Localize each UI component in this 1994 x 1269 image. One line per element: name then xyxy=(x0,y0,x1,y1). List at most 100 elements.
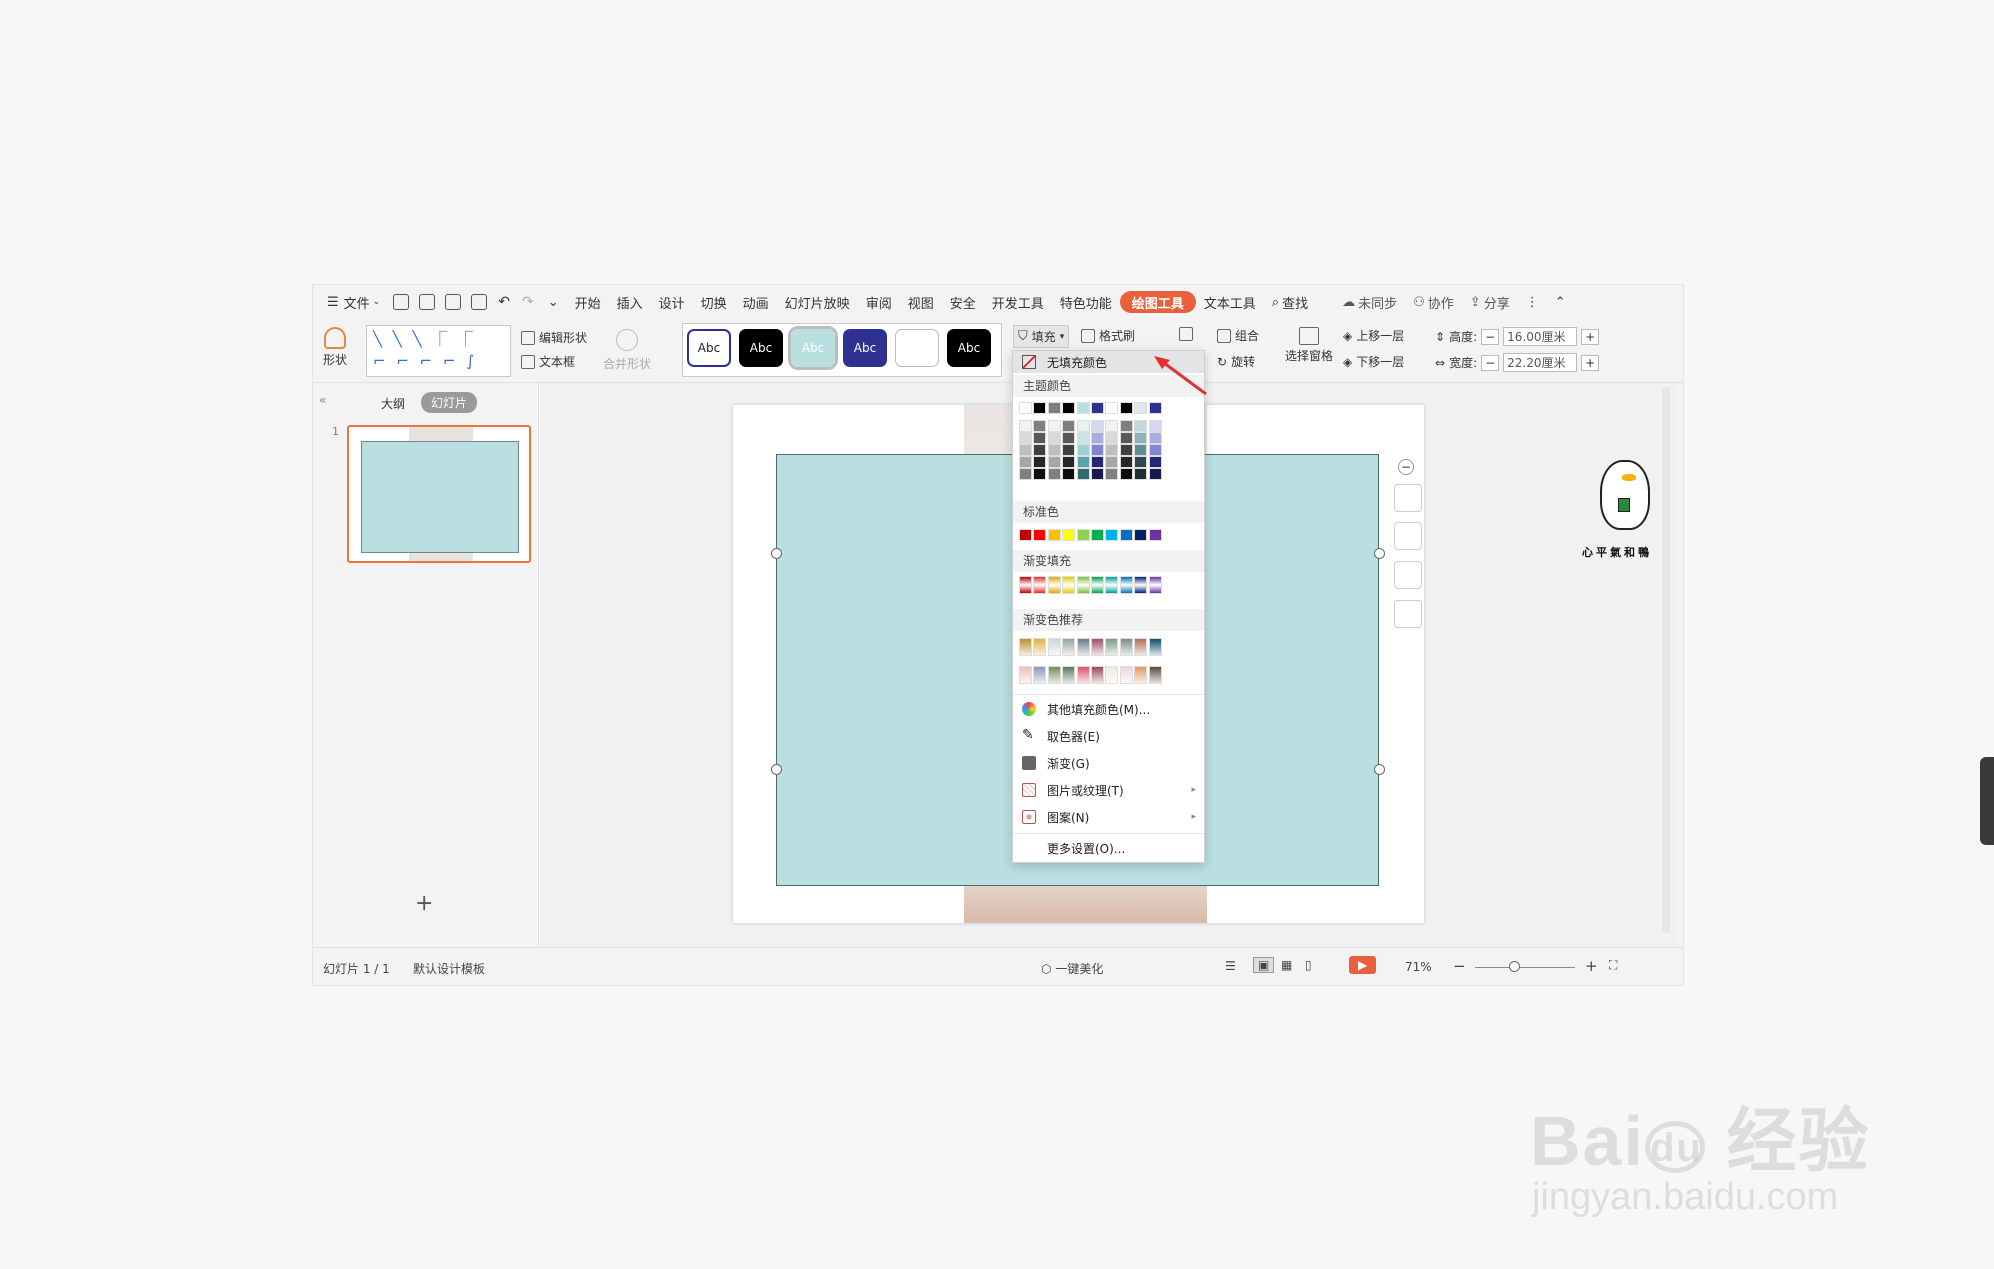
tab-text-tools[interactable]: 文本工具 xyxy=(1196,291,1264,313)
style-preview-3[interactable]: Abc xyxy=(788,326,838,370)
rotate-button[interactable]: ↻ 旋转 xyxy=(1217,353,1255,370)
theme-shade-swatch[interactable] xyxy=(1076,468,1090,480)
gradient-swatch[interactable] xyxy=(1033,576,1047,594)
theme-shade-swatch[interactable] xyxy=(1105,420,1119,432)
search-button[interactable]: ⌕ 查找 xyxy=(1264,291,1316,313)
gradient-recommend-swatch[interactable] xyxy=(1047,666,1061,684)
theme-shade-swatch[interactable] xyxy=(1047,432,1061,444)
gradient-swatch[interactable] xyxy=(1091,576,1104,594)
gradient-recommend-swatch[interactable] xyxy=(1062,666,1076,684)
zoom-slider[interactable] xyxy=(1475,967,1575,968)
width-input[interactable]: 22.20厘米 xyxy=(1503,353,1578,372)
theme-shade-swatch[interactable] xyxy=(1105,468,1119,480)
theme-color-swatch[interactable] xyxy=(1033,402,1047,414)
theme-color-swatch[interactable] xyxy=(1062,402,1076,414)
theme-shade-swatch[interactable] xyxy=(1047,420,1061,432)
theme-shade-swatch[interactable] xyxy=(1076,432,1090,444)
zoom-minus-icon[interactable]: − xyxy=(1398,459,1414,475)
beautify-button[interactable]: ⬡ 一键美化 xyxy=(1041,960,1103,977)
fill-icon[interactable] xyxy=(1394,561,1422,589)
theme-color-swatch[interactable] xyxy=(1076,402,1090,414)
theme-shade-swatch[interactable] xyxy=(1062,468,1076,480)
zoom-slider-thumb[interactable] xyxy=(1509,961,1520,972)
gradient-recommend-swatch[interactable] xyxy=(1047,638,1061,656)
gradient-recommend-swatch[interactable] xyxy=(1076,638,1090,656)
gradient-swatch[interactable] xyxy=(1134,576,1148,594)
theme-shade-swatch[interactable] xyxy=(1148,468,1162,480)
theme-shade-swatch[interactable] xyxy=(1033,432,1047,444)
pattern-item[interactable]: 图案(N) ▸ xyxy=(1013,804,1204,830)
theme-shade-swatch[interactable] xyxy=(1134,432,1148,444)
gradient-swatch[interactable] xyxy=(1119,576,1133,594)
gradient-recommend-swatch[interactable] xyxy=(1119,666,1133,684)
tab-start[interactable]: 开始 xyxy=(567,291,609,313)
gradient-recommend-swatch[interactable] xyxy=(1105,666,1119,684)
tab-transition[interactable]: 切换 xyxy=(693,291,735,313)
tab-view[interactable]: 视图 xyxy=(900,291,942,313)
theme-shade-swatch[interactable] xyxy=(1047,444,1061,456)
height-decrement[interactable]: − xyxy=(1481,328,1500,345)
more-settings-item[interactable]: 更多设置(O)... xyxy=(1013,835,1204,861)
resize-handle-mr[interactable] xyxy=(1374,764,1385,775)
gradient-recommend-swatch[interactable] xyxy=(1033,638,1047,656)
edge-widget[interactable] xyxy=(1980,757,1994,845)
print-preview-icon[interactable] xyxy=(471,294,488,310)
gradient-recommend-swatch[interactable] xyxy=(1019,666,1032,684)
theme-color-swatch[interactable] xyxy=(1119,402,1133,414)
gradient-recommend-swatch[interactable] xyxy=(1076,666,1090,684)
height-input[interactable]: 16.00厘米 xyxy=(1503,327,1578,346)
edit-shape-button[interactable]: 编辑形状 xyxy=(521,329,587,346)
gradient-recommend-swatch[interactable] xyxy=(1134,638,1148,656)
zoom-out-button[interactable]: − xyxy=(1453,957,1466,975)
standard-color-swatch[interactable] xyxy=(1091,529,1104,541)
theme-shade-swatch[interactable] xyxy=(1033,420,1047,432)
style-preview-4[interactable]: Abc xyxy=(843,329,887,367)
gradient-recommend-swatch[interactable] xyxy=(1119,638,1133,656)
tab-animation[interactable]: 动画 xyxy=(735,291,777,313)
tab-features[interactable]: 特色功能 xyxy=(1052,291,1120,313)
gradient-swatch[interactable] xyxy=(1019,576,1032,594)
align-button[interactable] xyxy=(1179,327,1193,341)
theme-shade-swatch[interactable] xyxy=(1019,456,1032,468)
theme-shade-swatch[interactable] xyxy=(1119,420,1133,432)
theme-shade-swatch[interactable] xyxy=(1091,468,1104,480)
theme-shade-swatch[interactable] xyxy=(1148,444,1162,456)
theme-shade-swatch[interactable] xyxy=(1105,444,1119,456)
theme-shade-swatch[interactable] xyxy=(1062,444,1076,456)
theme-shade-swatch[interactable] xyxy=(1091,456,1104,468)
standard-color-swatch[interactable] xyxy=(1033,529,1047,541)
gradient-swatch[interactable] xyxy=(1047,576,1061,594)
theme-shade-swatch[interactable] xyxy=(1119,444,1133,456)
theme-shade-swatch[interactable] xyxy=(1033,444,1047,456)
format-painter-icon[interactable] xyxy=(419,294,436,310)
play-button[interactable]: ▶ xyxy=(1349,956,1377,974)
tab-design[interactable]: 设计 xyxy=(651,291,693,313)
gradient-swatch[interactable] xyxy=(1062,576,1076,594)
height-increment[interactable]: + xyxy=(1581,328,1600,345)
theme-shade-swatch[interactable] xyxy=(1148,456,1162,468)
theme-shade-swatch[interactable] xyxy=(1119,456,1133,468)
share-button[interactable]: ⇪ 分享 xyxy=(1462,291,1518,313)
theme-shade-swatch[interactable] xyxy=(1148,420,1162,432)
theme-shade-swatch[interactable] xyxy=(1019,420,1032,432)
theme-shade-swatch[interactable] xyxy=(1134,420,1148,432)
tab-insert[interactable]: 插入 xyxy=(609,291,651,313)
gradient-recommend-swatch[interactable] xyxy=(1148,638,1162,656)
tab-outline[interactable]: 大纲 xyxy=(381,395,405,412)
gradient-swatch[interactable] xyxy=(1076,576,1090,594)
theme-shade-swatch[interactable] xyxy=(1091,420,1104,432)
redo-icon[interactable]: ↷ xyxy=(522,294,534,310)
fill-button[interactable]: ⛉ 填充 ▾ xyxy=(1013,325,1070,348)
theme-color-swatch[interactable] xyxy=(1105,402,1119,414)
add-slide-button[interactable]: + xyxy=(415,891,433,916)
collapse-ribbon-icon[interactable]: ⌃ xyxy=(1547,291,1574,313)
gradient-recommend-swatch[interactable] xyxy=(1134,666,1148,684)
theme-shade-swatch[interactable] xyxy=(1105,432,1119,444)
slide-thumbnail[interactable] xyxy=(347,425,531,563)
gradient-swatch[interactable] xyxy=(1105,576,1119,594)
format-brush-button[interactable]: 格式刷 xyxy=(1081,327,1135,344)
theme-shade-swatch[interactable] xyxy=(1076,456,1090,468)
reading-view-icon[interactable]: ▯ xyxy=(1305,958,1312,972)
zoom-level[interactable]: 71% xyxy=(1405,960,1432,974)
pen-icon[interactable] xyxy=(1394,522,1422,550)
